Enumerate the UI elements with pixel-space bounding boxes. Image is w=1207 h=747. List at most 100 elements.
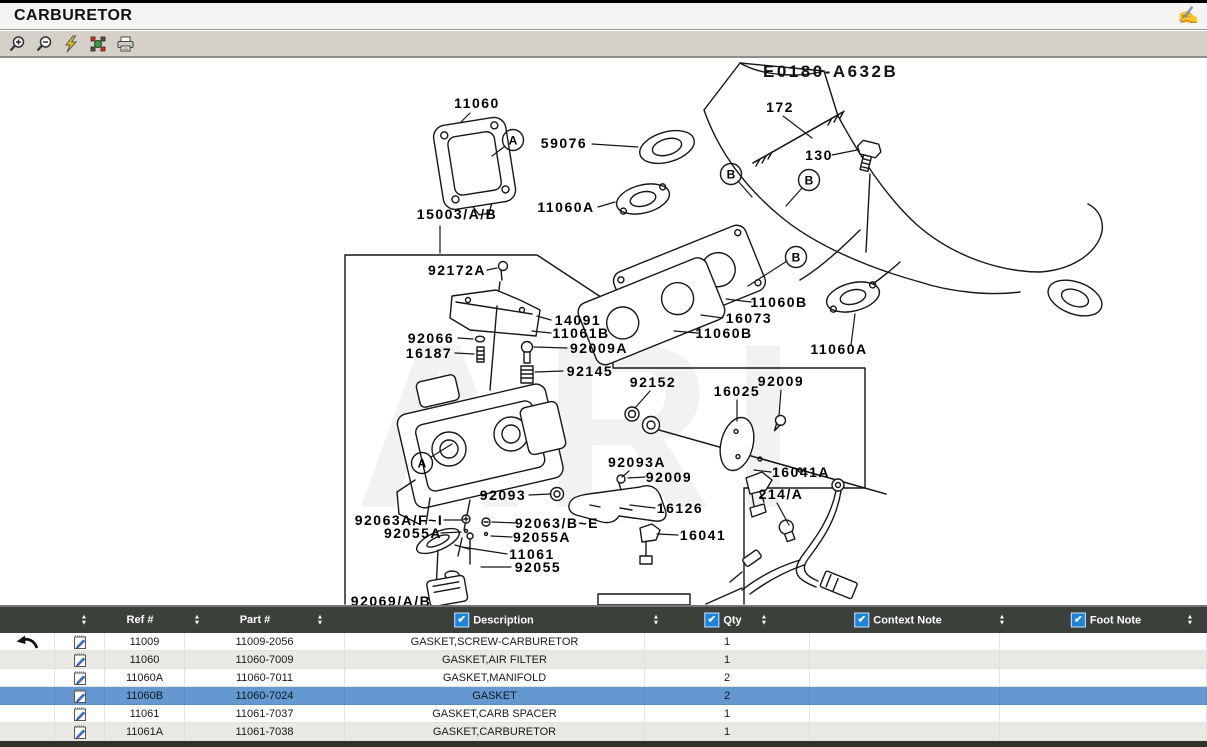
col-header-context-note[interactable]: ✔ Context Note (854, 613, 941, 628)
part-number-label[interactable]: 11060A (537, 199, 594, 215)
part-number-label[interactable]: 16187 (406, 345, 452, 361)
note-icon[interactable] (55, 669, 105, 687)
part-number-label[interactable]: 92055 (515, 559, 561, 575)
sort-arrows-icon[interactable]: ▲▼ (194, 615, 200, 626)
part-number-label[interactable]: 15003/A/B (417, 206, 497, 222)
part-number-label[interactable]: 16126 (657, 500, 703, 516)
part-number-label[interactable]: 92093 (480, 487, 526, 503)
foot-note-cell (1000, 687, 1207, 705)
parts-table: Ref # Part # ✔ Description ✔ Qty ✔ Conte… (0, 605, 1207, 747)
note-icon[interactable] (55, 633, 105, 651)
foot-note-cell (1000, 705, 1207, 723)
description-cell: GASKET,CARB SPACER (345, 705, 645, 723)
description-checkbox[interactable]: ✔ (454, 613, 469, 628)
part-number-label[interactable]: 92009 (646, 469, 692, 485)
col-header-part[interactable]: Part # (240, 614, 271, 626)
sort-arrows-icon[interactable]: ▲▼ (317, 615, 323, 626)
part-number-label[interactable]: 92145 (567, 363, 613, 379)
part-number-label[interactable]: 16025 (714, 383, 760, 399)
part-number-label[interactable]: 11060B (750, 294, 807, 310)
part-number-label[interactable]: 16073 (726, 310, 772, 326)
part-number-label[interactable]: 92152 (630, 374, 676, 390)
note-icon[interactable] (55, 705, 105, 723)
context-note-cell (810, 723, 1000, 741)
part-number-label[interactable]: 11060 (454, 95, 500, 111)
description-cell: GASKET,MANIFOLD (345, 669, 645, 687)
part-number-label[interactable]: 92066 (408, 330, 454, 346)
part-number-label[interactable]: 92009 (758, 373, 804, 389)
note-icon[interactable] (55, 687, 105, 705)
foot-note-cell (1000, 633, 1207, 651)
page-title: CARBURETOR (14, 7, 132, 25)
part-number-label[interactable]: 16041A (772, 464, 830, 480)
part-number-label[interactable]: 130 (805, 147, 833, 163)
callout-letter: A (418, 457, 427, 471)
sort-arrows-icon[interactable]: ▲▼ (653, 615, 659, 626)
row-back-cell (0, 705, 55, 723)
part-number-label[interactable]: 11060A (810, 341, 867, 357)
part-number-label[interactable]: 92093A (608, 454, 666, 470)
table-row[interactable]: 1100911009-2056GASKET,SCREW-CARBURETOR1 (0, 633, 1207, 651)
diagram-viewport[interactable]: ARI E0180-A632B (0, 58, 1207, 605)
table-row[interactable]: 11060B11060-7024GASKET2 (0, 687, 1207, 705)
part-number-label[interactable]: 16041 (680, 527, 726, 543)
select-parts-icon[interactable] (88, 34, 108, 54)
qty-cell: 1 (645, 633, 810, 651)
part-number-label[interactable]: 214/A (759, 486, 804, 502)
part-number-label[interactable]: 11060B (695, 325, 752, 341)
sort-arrows-icon[interactable]: ▲▼ (1187, 615, 1193, 626)
part-number-label[interactable]: 92055A (384, 525, 442, 541)
row-back-cell[interactable] (0, 633, 55, 651)
hotspot-flash-icon[interactable] (61, 34, 81, 54)
col-header-description[interactable]: ✔ Description (454, 613, 534, 628)
part-number-label[interactable]: 59076 (541, 135, 587, 151)
col-header-qty[interactable]: ✔ Qty (704, 613, 741, 628)
qty-checkbox[interactable]: ✔ (704, 613, 719, 628)
gasket-11060-drawing (432, 116, 519, 220)
stud-and-bolt-drawing (753, 111, 883, 252)
col-header-foot-note[interactable]: ✔ Foot Note (1071, 613, 1141, 628)
part-number-label[interactable]: 92055A (513, 529, 571, 545)
table-row[interactable]: 1106011060-7009GASKET,AIR FILTER1 (0, 651, 1207, 669)
sort-arrows-icon[interactable]: ▲▼ (999, 615, 1005, 626)
exploded-parts-drawing[interactable]: 110605907617213011060A15003/A/B92172A140… (0, 58, 1207, 605)
diagram-toolbar (0, 30, 1207, 58)
table-row[interactable]: 1106111061-7037GASKET,CARB SPACER1 (0, 705, 1207, 723)
description-cell: GASKET,AIR FILTER (345, 651, 645, 669)
part-number-label[interactable]: 92069/A/B (351, 593, 431, 605)
ref-cell: 11061A (105, 723, 185, 741)
hand-tool-icon[interactable]: ✍ (1178, 6, 1199, 26)
ref-cell: 11060B (105, 687, 185, 705)
zoom-out-icon[interactable] (34, 34, 54, 54)
part-number-label[interactable]: 11061B (552, 325, 609, 341)
qty-cell: 2 (645, 687, 810, 705)
part-number-label[interactable]: 172 (766, 99, 794, 115)
note-icon[interactable] (55, 651, 105, 669)
parts-table-body: 1100911009-2056GASKET,SCREW-CARBURETOR11… (0, 633, 1207, 741)
part-number-label[interactable]: 92009A (570, 340, 628, 356)
col-header-ref[interactable]: Ref # (127, 614, 154, 626)
qty-cell: 1 (645, 651, 810, 669)
bracket-and-fasteners-drawing (450, 262, 540, 391)
sort-arrows-icon[interactable]: ▲▼ (761, 615, 767, 626)
foot-note-cell (1000, 669, 1207, 687)
part-number-label[interactable]: 92172A (428, 262, 486, 278)
table-row[interactable]: 11061A11061-7038GASKET,CARBURETOR1 (0, 723, 1207, 741)
context-note-checkbox[interactable]: ✔ (854, 613, 869, 628)
note-icon[interactable] (55, 723, 105, 741)
table-row[interactable]: 11060A11060-7011GASKET,MANIFOLD2 (0, 669, 1207, 687)
print-icon[interactable] (115, 34, 135, 54)
zoom-in-icon[interactable] (7, 34, 27, 54)
qty-cell: 1 (645, 723, 810, 741)
sort-arrows-icon[interactable]: ▲▼ (81, 615, 87, 626)
row-back-cell (0, 651, 55, 669)
table-bottom-bar (0, 741, 1207, 747)
part-cell: 11060-7024 (185, 687, 345, 705)
ref-cell: 11061 (105, 705, 185, 723)
foot-note-checkbox[interactable]: ✔ (1071, 613, 1086, 628)
ref-cell: 11060 (105, 651, 185, 669)
ref-cell: 11009 (105, 633, 185, 651)
partsmart-window: CARBURETOR ✍ (0, 0, 1207, 747)
parts-table-header: Ref # Part # ✔ Description ✔ Qty ✔ Conte… (0, 605, 1207, 633)
context-note-cell (810, 633, 1000, 651)
